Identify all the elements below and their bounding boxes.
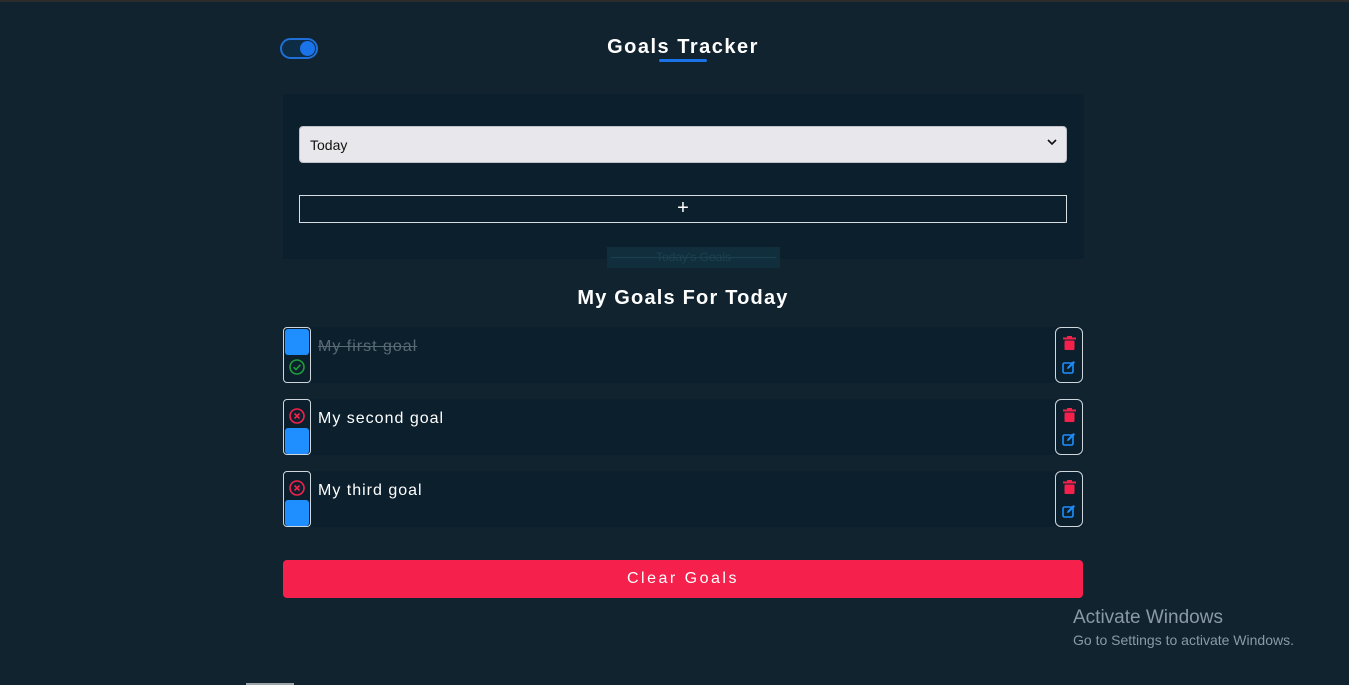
add-goal-button[interactable]: +	[299, 195, 1067, 223]
goal-status-indicator	[285, 329, 309, 355]
goal-status	[283, 399, 311, 455]
goal-form-panel	[283, 94, 1084, 259]
faded-label-line	[611, 257, 776, 258]
watermark-title: Activate Windows	[1073, 607, 1223, 628]
window-top-border	[0, 0, 1349, 2]
faded-label: Today's Goals	[607, 247, 780, 268]
goals-section-title: My Goals For Today	[577, 287, 789, 309]
check-circle-icon[interactable]	[289, 359, 305, 375]
goal-status-indicator	[285, 500, 309, 526]
edit-icon[interactable]	[1062, 432, 1076, 451]
trash-icon[interactable]	[1063, 336, 1076, 355]
goal-item: My first goal	[283, 327, 1083, 383]
period-select-value: Today	[310, 137, 348, 153]
chevron-down-icon	[1047, 136, 1057, 150]
period-select[interactable]: Today	[299, 126, 1067, 163]
goal-text: My third goal	[318, 482, 423, 499]
edit-icon[interactable]	[1062, 360, 1076, 379]
x-circle-icon[interactable]	[289, 480, 305, 496]
clear-goals-button[interactable]: Clear Goals	[283, 560, 1083, 598]
goal-text: My first goal	[318, 338, 418, 355]
watermark-subtitle: Go to Settings to activate Windows.	[1073, 632, 1294, 648]
page-title: Goals Tracker	[607, 36, 759, 58]
title-underline	[659, 59, 707, 62]
goal-status	[283, 471, 311, 527]
goal-actions	[1055, 471, 1083, 527]
edit-icon[interactable]	[1062, 504, 1076, 523]
goal-actions	[1055, 399, 1083, 455]
goal-item: My second goal	[283, 399, 1083, 455]
trash-icon[interactable]	[1063, 480, 1076, 499]
goal-status	[283, 327, 311, 383]
goal-actions	[1055, 327, 1083, 383]
windows-activation-watermark: Activate Windows Go to Settings to activ…	[1073, 607, 1294, 648]
x-circle-icon[interactable]	[289, 408, 305, 424]
goal-text: My second goal	[318, 410, 445, 427]
goal-status-indicator	[285, 428, 309, 454]
trash-icon[interactable]	[1063, 408, 1076, 427]
goal-item: My third goal	[283, 471, 1083, 527]
